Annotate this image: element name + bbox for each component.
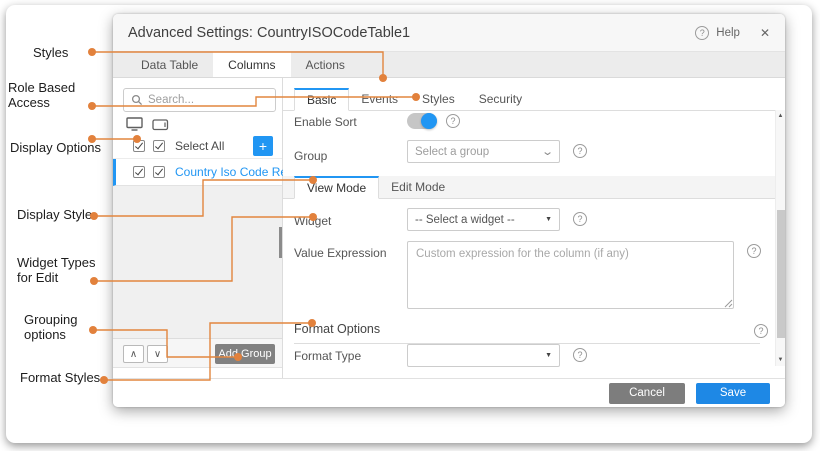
cancel-button[interactable]: Cancel <box>609 383 685 404</box>
group-select[interactable]: Select a group ⌄ <box>407 140 560 163</box>
list-empty-area <box>113 186 282 338</box>
help-icon[interactable]: ? <box>573 144 587 158</box>
help-icon[interactable]: ? <box>446 114 460 128</box>
check-icon <box>135 167 143 176</box>
column-settings-panel: Basic Events Styles Security Enable Sort… <box>283 78 785 378</box>
format-type-select[interactable]: ▼ <box>407 344 560 367</box>
caret-down-icon: ▼ <box>545 352 552 359</box>
tab-actions[interactable]: Actions <box>291 52 360 77</box>
settings-tabstrip: Basic Events Styles Security <box>283 88 775 111</box>
annotation-label-role-based-access: Role Based Access <box>8 80 88 110</box>
annotation-label-widget-types: Widget Types for Edit <box>17 255 109 285</box>
chevron-down-icon: ⌄ <box>541 145 554 158</box>
value-expression-label: Value Expression <box>294 246 387 260</box>
main-tabstrip: Data Table Columns Actions <box>113 52 785 78</box>
toggle-knob <box>421 113 437 129</box>
column-item-row[interactable]: Country Iso Code Re... <box>113 159 282 186</box>
help-icon[interactable]: ? <box>573 212 587 226</box>
select-all-device1-checkbox[interactable] <box>133 140 145 152</box>
advanced-settings-dialog: Advanced Settings: CountryISOCodeTable1 … <box>113 14 785 407</box>
value-expression-wrap <box>407 241 734 309</box>
check-icon <box>135 140 143 149</box>
annotation-label-styles: Styles <box>33 45 68 60</box>
desktop-icon[interactable] <box>126 117 143 131</box>
save-button[interactable]: Save <box>696 383 770 404</box>
help-icon[interactable]: ? <box>573 348 587 362</box>
enable-sort-label: Enable Sort <box>294 115 357 129</box>
mode-tabstrip: View Mode Edit Mode <box>283 176 775 199</box>
add-column-button[interactable]: + <box>253 136 273 156</box>
scrollbar-thumb[interactable] <box>777 210 785 338</box>
format-type-label: Format Type <box>294 349 361 363</box>
tab-view-mode[interactable]: View Mode <box>294 176 379 199</box>
annotation-label-grouping-options: Grouping options <box>24 312 100 342</box>
column-device2-checkbox[interactable] <box>153 166 165 178</box>
annotation-label-display-options: Display Options <box>10 140 101 155</box>
left-panel-scrollbar-thumb[interactable] <box>279 227 282 258</box>
tab-styles[interactable]: Styles <box>410 88 467 110</box>
check-icon <box>155 167 163 176</box>
widget-select-value: -- Select a widget -- <box>415 214 541 226</box>
tab-basic[interactable]: Basic <box>294 88 349 111</box>
move-up-button[interactable]: ∧ <box>123 345 144 363</box>
move-down-button[interactable]: ∨ <box>147 345 168 363</box>
device-toggle-row <box>126 117 169 131</box>
value-expression-input[interactable] <box>407 241 734 309</box>
tab-security[interactable]: Security <box>467 88 534 110</box>
titlebar-actions: ? Help ✕ <box>695 26 770 40</box>
group-select-value: Select a group <box>415 146 539 158</box>
annotation-label-format-styles: Format Styles <box>20 370 100 385</box>
help-link[interactable]: Help <box>716 27 740 39</box>
caret-down-icon: ▼ <box>545 216 552 223</box>
list-toolbar: ∧ ∨ Add Group <box>113 338 282 368</box>
select-all-row[interactable]: Select All + <box>113 133 282 159</box>
widget-label: Widget <box>294 214 331 228</box>
search-box <box>123 88 276 112</box>
annotation-label-display-style: Display Style <box>17 207 92 222</box>
resize-grip-icon[interactable] <box>724 299 733 308</box>
close-icon[interactable]: ✕ <box>760 26 770 40</box>
help-icon[interactable]: ? <box>754 324 768 338</box>
columns-list-panel: Select All + Country Iso Code Re... ∧ ∨ … <box>113 78 283 378</box>
search-icon <box>131 94 143 106</box>
select-all-label: Select All <box>175 139 224 153</box>
select-all-device2-checkbox[interactable] <box>153 140 165 152</box>
tab-data-table[interactable]: Data Table <box>126 52 213 77</box>
tab-events[interactable]: Events <box>349 88 410 110</box>
dialog-footer: Cancel Save <box>113 378 785 407</box>
tab-edit-mode[interactable]: Edit Mode <box>379 176 457 198</box>
settings-scrollbar[interactable]: ▲ ▼ <box>775 110 785 366</box>
scroll-down-icon[interactable]: ▼ <box>776 357 785 363</box>
enable-sort-toggle[interactable] <box>407 113 437 129</box>
scroll-up-icon[interactable]: ▲ <box>776 113 785 119</box>
group-label: Group <box>294 149 327 163</box>
help-icon[interactable]: ? <box>747 244 761 258</box>
column-device1-checkbox[interactable] <box>133 166 145 178</box>
widget-select[interactable]: -- Select a widget -- ▼ <box>407 208 560 231</box>
format-options-heading: Format Options <box>294 322 760 344</box>
add-group-button[interactable]: Add Group <box>215 344 275 364</box>
column-item-label: Country Iso Code Re... <box>175 165 297 179</box>
tab-columns[interactable]: Columns <box>213 52 290 77</box>
dialog-titlebar: Advanced Settings: CountryISOCodeTable1 … <box>113 14 785 52</box>
dialog-title: Advanced Settings: CountryISOCodeTable1 <box>128 25 410 41</box>
check-icon <box>155 140 163 149</box>
search-input[interactable] <box>148 94 268 106</box>
help-icon[interactable]: ? <box>695 26 709 40</box>
mobile-icon[interactable] <box>152 118 169 131</box>
